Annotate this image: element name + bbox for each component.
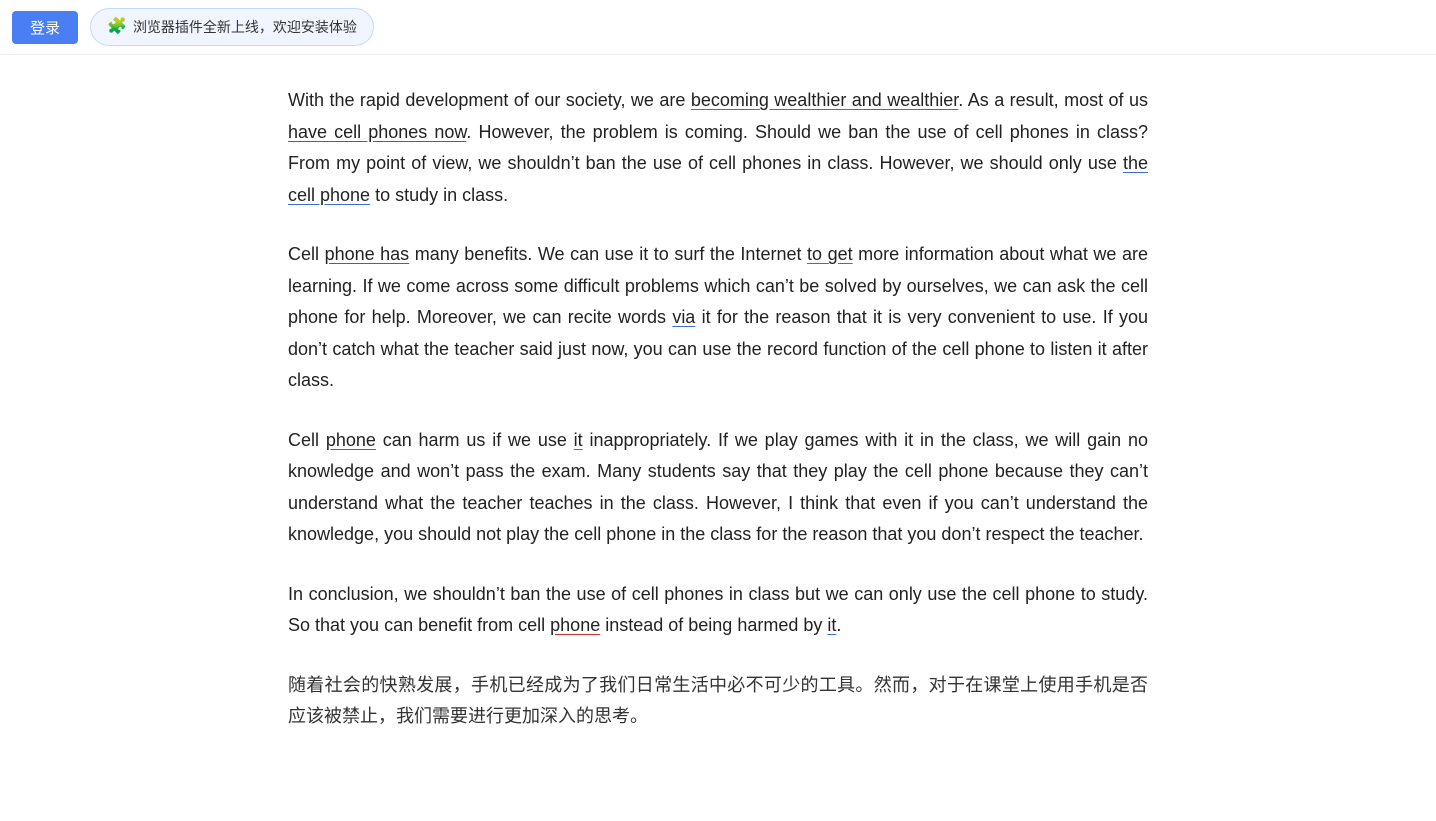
plugin-banner[interactable]: 🧩 浏览器插件全新上线，欢迎安装体验	[90, 8, 374, 46]
text-segment: . As a result, most of us	[958, 90, 1148, 110]
login-button[interactable]: 登录	[12, 11, 78, 44]
paragraph-3: Cell phone can harm us if we use it inap…	[288, 425, 1148, 551]
plugin-text: 浏览器插件全新上线，欢迎安装体验	[133, 15, 357, 40]
text-segment: phone	[326, 430, 376, 450]
paragraphs-container: With the rapid development of our societ…	[288, 85, 1148, 733]
text-segment: phone	[550, 615, 600, 635]
top-bar: 登录 🧩 浏览器插件全新上线，欢迎安装体验	[0, 0, 1436, 55]
text-segment: Cell	[288, 244, 325, 264]
text-segment: phone has	[325, 244, 410, 264]
paragraph-1: With the rapid development of our societ…	[288, 85, 1148, 211]
text-segment: it	[574, 430, 583, 450]
content-area: With the rapid development of our societ…	[268, 55, 1168, 821]
text-segment: With the rapid development of our societ…	[288, 90, 691, 110]
text-segment: to study in class.	[370, 185, 508, 205]
text-segment: via	[672, 307, 695, 327]
text-segment: instead of being harmed by	[600, 615, 827, 635]
text-segment: many benefits. We can use it to surf the…	[409, 244, 807, 264]
text-segment: have cell phones now	[288, 122, 466, 142]
paragraph-2: Cell phone has many benefits. We can use…	[288, 239, 1148, 397]
text-segment: can harm us if we use	[376, 430, 574, 450]
text-segment: 随着社会的快熟发展，手机已经成为了我们日常生活中必不可少的工具。然而，对于在课堂…	[288, 675, 1148, 727]
text-segment: Cell	[288, 430, 326, 450]
plugin-icon: 🧩	[107, 13, 127, 41]
paragraph-4: In conclusion, we shouldn’t ban the use …	[288, 579, 1148, 642]
paragraph-5: 随着社会的快熟发展，手机已经成为了我们日常生活中必不可少的工具。然而，对于在课堂…	[288, 670, 1148, 733]
text-segment: becoming wealthier and wealthier	[691, 90, 958, 110]
text-segment: to get	[807, 244, 853, 264]
text-segment: .	[836, 615, 841, 635]
